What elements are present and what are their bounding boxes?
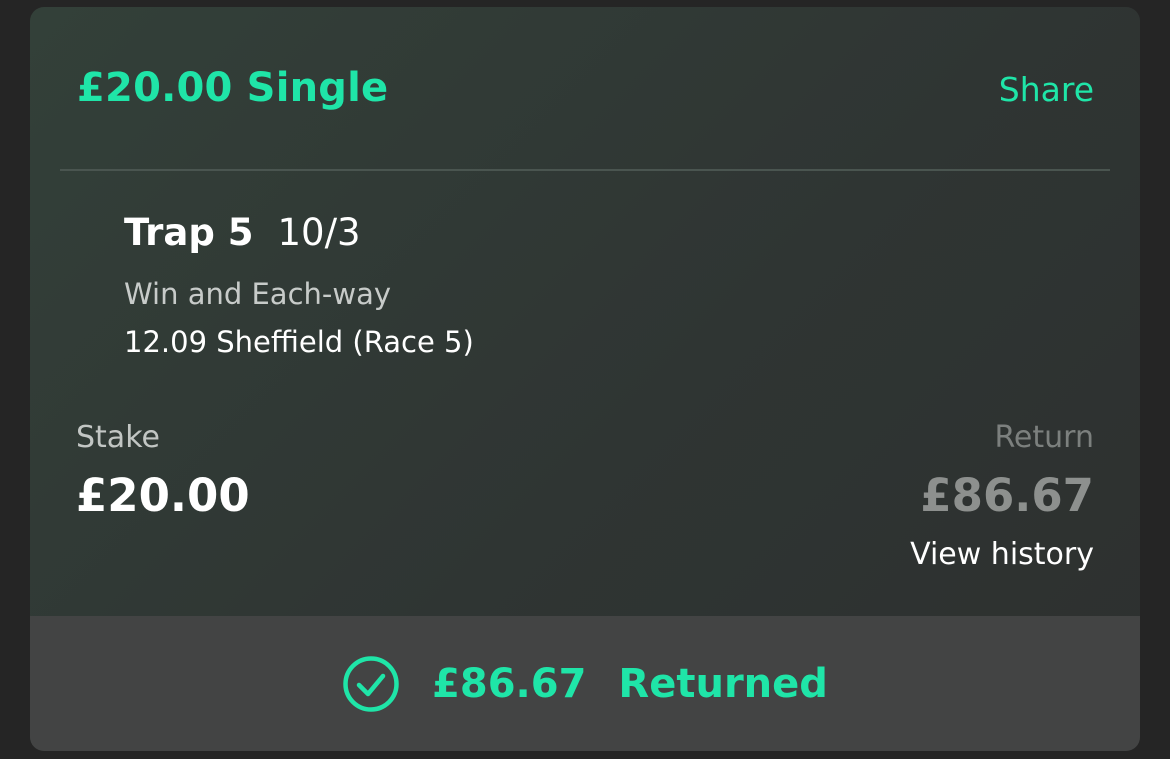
- bet-status-footer: £86.67 Returned: [30, 616, 1140, 751]
- status-row: £86.67 Returned: [30, 616, 1140, 751]
- check-circle-icon: [342, 655, 400, 713]
- returned-amount: £86.67: [432, 660, 587, 707]
- return-value: £86.67: [920, 469, 1094, 522]
- stake-label: Stake: [76, 420, 160, 455]
- bet-title: £20.00 Single: [77, 65, 389, 111]
- bet-header: £20.00 Single Share: [30, 7, 1140, 170]
- market-type: Win and Each-way: [124, 277, 392, 311]
- selection-line: Trap 5 10/3: [124, 211, 361, 254]
- divider: [60, 169, 1110, 171]
- selection-details: Trap 5 10/3 Win and Each-way 12.09 Sheffi…: [124, 211, 474, 359]
- share-button[interactable]: Share: [999, 70, 1094, 109]
- view-history-link[interactable]: View history: [910, 537, 1094, 572]
- return-label: Return: [994, 420, 1094, 455]
- selection-name: Trap 5: [124, 211, 254, 254]
- event-name: 12.09 Sheffield (Race 5): [124, 325, 474, 359]
- bet-card: £20.00 Single Share Trap 5 10/3 Win and E…: [30, 7, 1140, 751]
- stake-value: £20.00: [76, 469, 250, 522]
- selection-odds: 10/3: [277, 211, 361, 254]
- returned-status: Returned: [618, 660, 828, 707]
